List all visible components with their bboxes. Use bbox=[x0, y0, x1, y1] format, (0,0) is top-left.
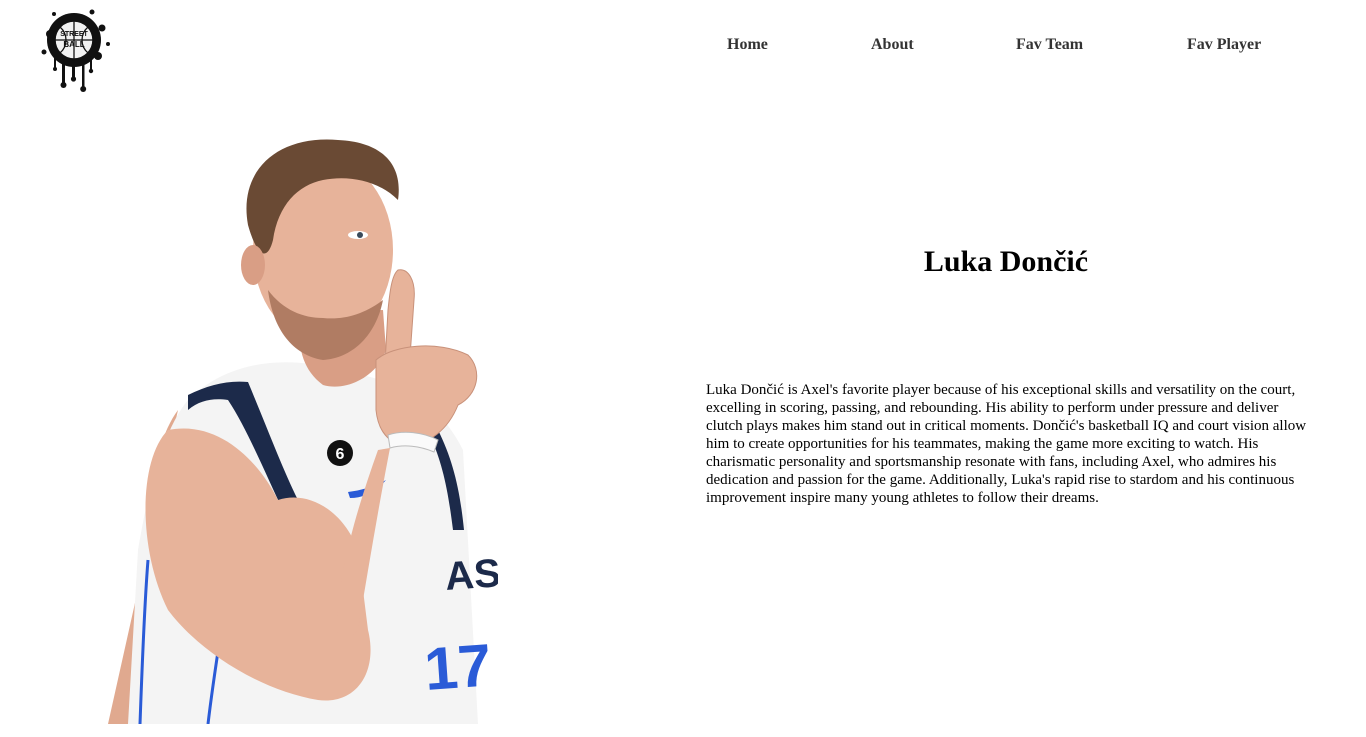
nav-link-fav-player[interactable]: Fav Player bbox=[1187, 36, 1261, 54]
svg-text:AS: AS bbox=[444, 551, 498, 599]
jersey-number: 6 bbox=[336, 446, 345, 463]
page: STREET BALL Home About Fav Team Fav Play… bbox=[0, 0, 1366, 737]
player-description: Luka Dončić is Axel's favorite player be… bbox=[706, 382, 1307, 506]
player-name-heading: Luka Dončić bbox=[923, 245, 1089, 278]
nav-link-about[interactable]: About bbox=[871, 36, 914, 54]
player-photo-image: 6 AS 17 bbox=[108, 130, 498, 724]
nav-link-fav-team[interactable]: Fav Team bbox=[1016, 36, 1083, 54]
main-nav: Home About Fav Team Fav Player bbox=[0, 36, 1366, 58]
nav-link-home[interactable]: Home bbox=[727, 36, 768, 54]
svg-text:17: 17 bbox=[422, 631, 493, 702]
